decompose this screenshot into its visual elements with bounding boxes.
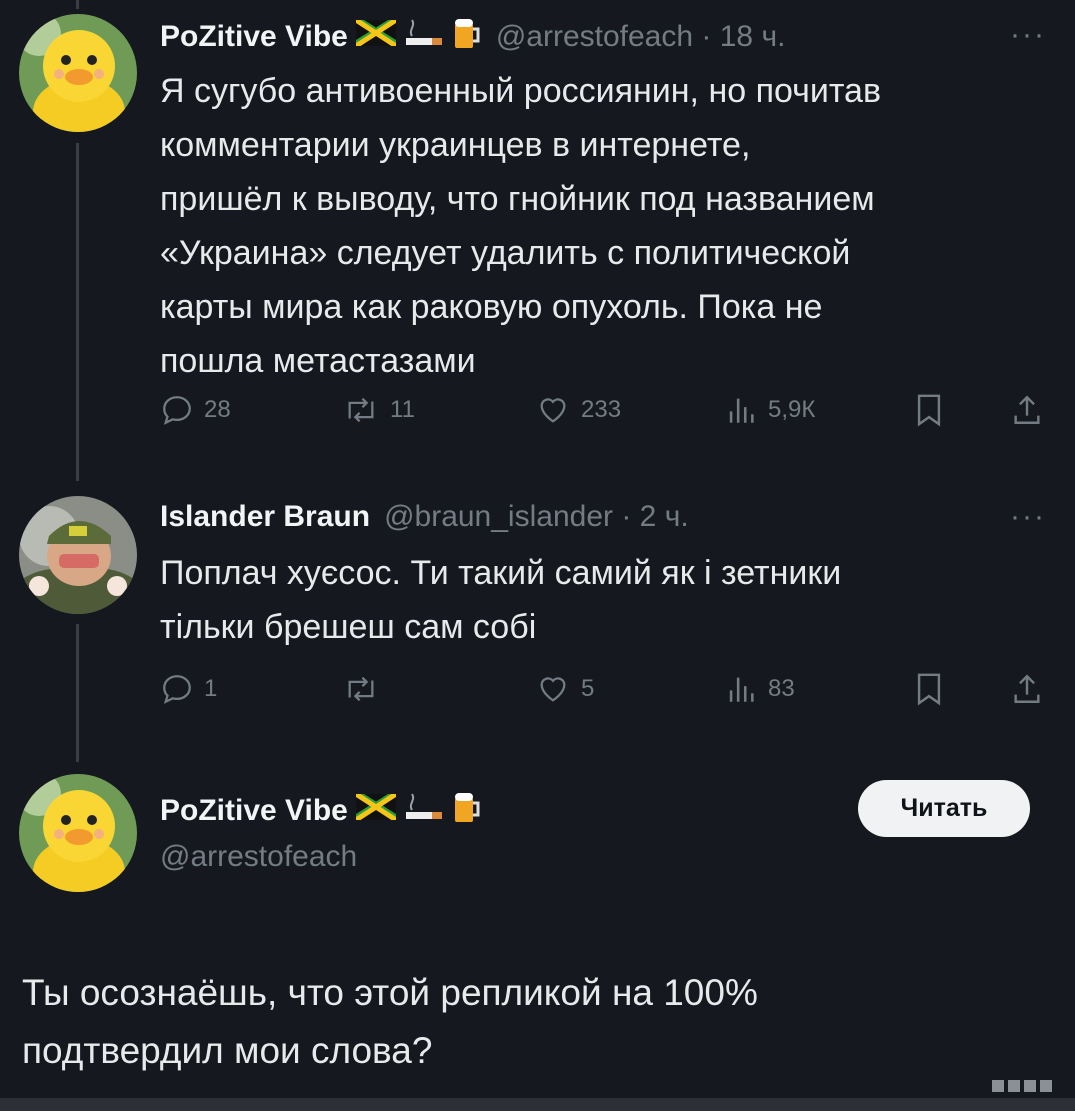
avatar[interactable] [19,14,137,132]
separator-dot: · [613,500,640,533]
duck-avatar-image [19,14,137,132]
tweet-text-line: Ты осознаёшь, что этой репликой на 100% [22,972,758,1013]
author-name[interactable]: PoZitive Vibe [160,794,348,828]
views-button[interactable]: 5,9К [724,393,815,427]
thread-line [76,143,79,481]
timestamp[interactable]: 2 ч. [640,500,689,534]
thread-line [76,624,79,762]
repost-icon [348,397,374,423]
tweet-text-line: пришёл к выводу, что гнойник под названи… [160,180,875,218]
tweet-text-line: Я сугубо антивоенный россиянин, но почит… [160,72,882,110]
focused-tweet-text: Ты осознаёшь, что этой репликой на 100% … [22,964,758,1080]
reply-count: 1 [204,675,218,702]
share-button[interactable] [1010,672,1044,706]
jamaica-flag-icon [354,791,398,828]
author-handle[interactable]: @braun_islander [384,500,613,534]
beer-mug-icon [452,16,482,58]
bookmark-icon [917,394,941,427]
repost-icon [348,676,374,702]
like-count: 5 [581,675,595,702]
tweet-text-line: подтвердил мои слова? [22,1030,433,1071]
repost-button[interactable]: 11 [342,393,415,427]
author-name[interactable]: PoZitive Vibe [160,20,348,54]
reply-icon [163,396,191,425]
author-handle[interactable]: @arrestofeach [496,20,693,54]
tweet-text-line: тільки брешеш сам собі [160,608,537,646]
tweet-text: Я сугубо антивоенный россиянин, но почит… [160,64,881,388]
tweet-text-line: комментарии украинцев в интернете, [160,126,751,164]
repost-button[interactable] [342,672,380,706]
duck-avatar-image [19,774,137,892]
bookmark-icon [917,673,941,706]
separator-dot: · [693,20,720,53]
watermark [992,1080,1052,1092]
author-handle[interactable]: @arrestofeach [160,840,357,874]
tweet-text: Поплач хуєсос. Ти такий самий як і зетни… [160,546,841,654]
tweet-text-line: Поплач хуєсос. Ти такий самий як і зетни… [160,554,842,592]
avatar[interactable] [19,496,137,614]
views-count: 83 [768,675,795,702]
jamaica-flag-icon [354,17,398,54]
share-icon [1014,674,1040,703]
reply-button[interactable]: 1 [160,672,217,706]
bookmark-button[interactable] [914,393,944,427]
views-count: 5,9К [768,396,816,423]
reply-button[interactable]: 28 [160,393,231,427]
reply-icon [163,675,191,704]
timestamp[interactable]: 18 ч. [720,20,786,54]
author-name[interactable]: Islander Braun [160,500,370,534]
views-icon [729,398,754,423]
tweet-text-line: карты мира как раковую опухоль. Пока не [160,288,823,326]
like-icon [540,398,566,423]
views-button[interactable]: 83 [724,672,795,706]
focused-author-row: PoZitive Vibe [160,790,482,832]
focused-handle-row: @arrestofeach [160,840,357,874]
avatar[interactable] [19,774,137,892]
cigarette-icon [404,792,444,830]
more-options-icon[interactable]: ··· [1010,500,1046,534]
repost-count: 11 [390,396,415,423]
tweet-header: PoZitive Vibe @arrestofeach · 18 ч. [160,16,785,58]
thread-line [76,0,79,9]
like-button[interactable]: 233 [535,393,621,427]
like-button[interactable]: 5 [535,672,594,706]
bottom-bar [0,1098,1075,1111]
like-count: 233 [581,396,622,423]
tweet-text-line: пошла метастазами [160,342,476,380]
tweet-header: Islander Braun @braun_islander · 2 ч. [160,500,689,534]
soldier-avatar-image [19,496,137,614]
views-icon [729,677,754,702]
beer-mug-icon [452,790,482,832]
reply-count: 28 [204,396,231,423]
share-button[interactable] [1010,393,1044,427]
tweet-text-line: «Украина» следует удалить с политической [160,234,851,272]
bookmark-button[interactable] [914,672,944,706]
like-icon [540,677,566,702]
share-icon [1014,395,1040,424]
follow-button[interactable]: Читать [858,780,1030,837]
cigarette-icon [404,18,444,56]
more-options-icon[interactable]: ··· [1010,18,1046,52]
